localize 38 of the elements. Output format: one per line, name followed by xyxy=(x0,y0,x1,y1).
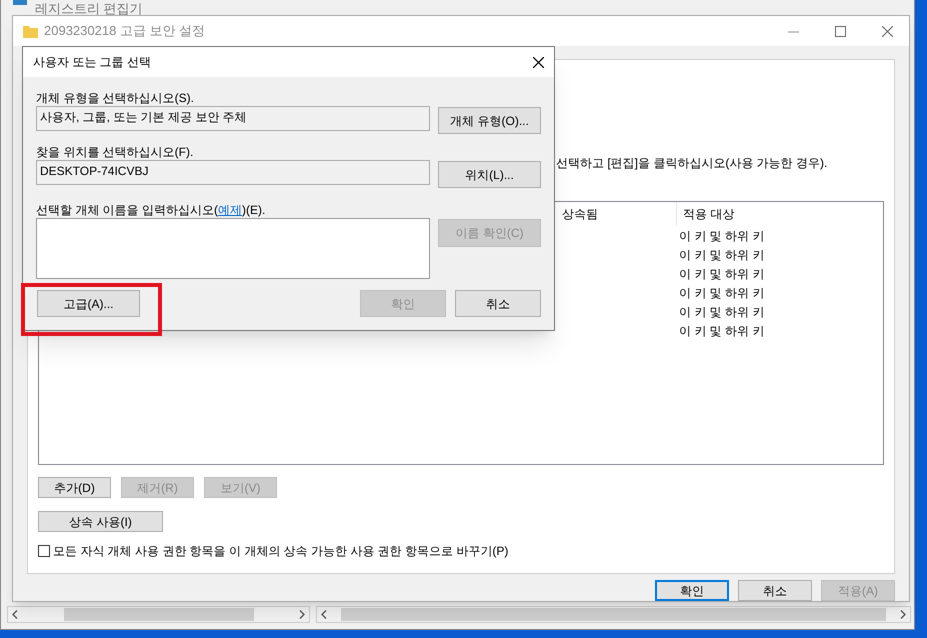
table-cell-text: 이 키 및 하위 키 xyxy=(679,228,764,244)
table-cell-text: 이 키 및 하위 키 xyxy=(679,322,764,340)
field-label: 선택할 개체 이름을 입력하십시오(예제)(E). xyxy=(36,202,266,218)
window-title: 2093230218 고급 보안 설정 xyxy=(44,22,206,40)
example-link[interactable]: 예제 xyxy=(218,203,242,217)
field-label: 개체 유형을 선택하십시오(S). xyxy=(36,90,195,106)
window-title: 레지스트리 편집기 xyxy=(35,1,143,17)
instruction-text: 선택하고 [편집]을 클릭하십시오(사용 가능한 경우). xyxy=(556,155,828,172)
column-header[interactable]: 상속됨 xyxy=(559,202,677,226)
scrollbar-thumb[interactable] xyxy=(64,608,254,621)
name-input[interactable] xyxy=(36,218,430,279)
table-cell-text: 이 키 및 하위 키 xyxy=(679,284,764,302)
horizontal-scrollbar[interactable] xyxy=(316,606,911,623)
dialog-button[interactable]: 취소 xyxy=(738,580,812,601)
dialog-button[interactable]: 추가(D) xyxy=(38,477,111,498)
field-label: 찾을 위치를 선택하십시오(F). xyxy=(36,144,194,160)
horizontal-scrollbar[interactable] xyxy=(7,606,310,623)
scroll-left-icon[interactable] xyxy=(321,610,327,619)
maximize-icon[interactable] xyxy=(835,26,846,36)
dialog-button[interactable]: 고급(A)... xyxy=(37,290,140,317)
table-cell-text: 이 키 및 하위 키 xyxy=(679,266,764,282)
checkbox-label: 모든 자식 개체 사용 권한 항목을 이 개체의 상속 가능한 사용 권한 항목으로 바꾸기(P) xyxy=(53,543,508,560)
dialog-title: 사용자 또는 그룹 선택 xyxy=(33,54,152,71)
scroll-left-icon[interactable] xyxy=(12,610,18,619)
folder-icon xyxy=(23,24,38,38)
close-icon[interactable] xyxy=(533,56,544,68)
checkbox[interactable] xyxy=(38,545,50,557)
scrollbar-thumb[interactable] xyxy=(341,608,886,621)
dialog-button[interactable]: 상속 사용(I) xyxy=(38,511,163,532)
scroll-right-icon[interactable] xyxy=(299,610,305,619)
dialog-button[interactable]: 취소 xyxy=(455,290,541,317)
table-cell-text: 이 키 및 하위 키 xyxy=(679,246,764,264)
dialog-button[interactable]: 위치(L)... xyxy=(438,161,541,188)
scroll-right-icon[interactable] xyxy=(900,610,906,619)
table-cell-text: 이 키 및 하위 키 xyxy=(679,304,764,320)
column-header[interactable]: 적용 대상 xyxy=(677,202,877,226)
dialog-button[interactable]: 개체 유형(O)... xyxy=(438,107,541,134)
dialog-button[interactable]: 확인 xyxy=(655,580,729,601)
